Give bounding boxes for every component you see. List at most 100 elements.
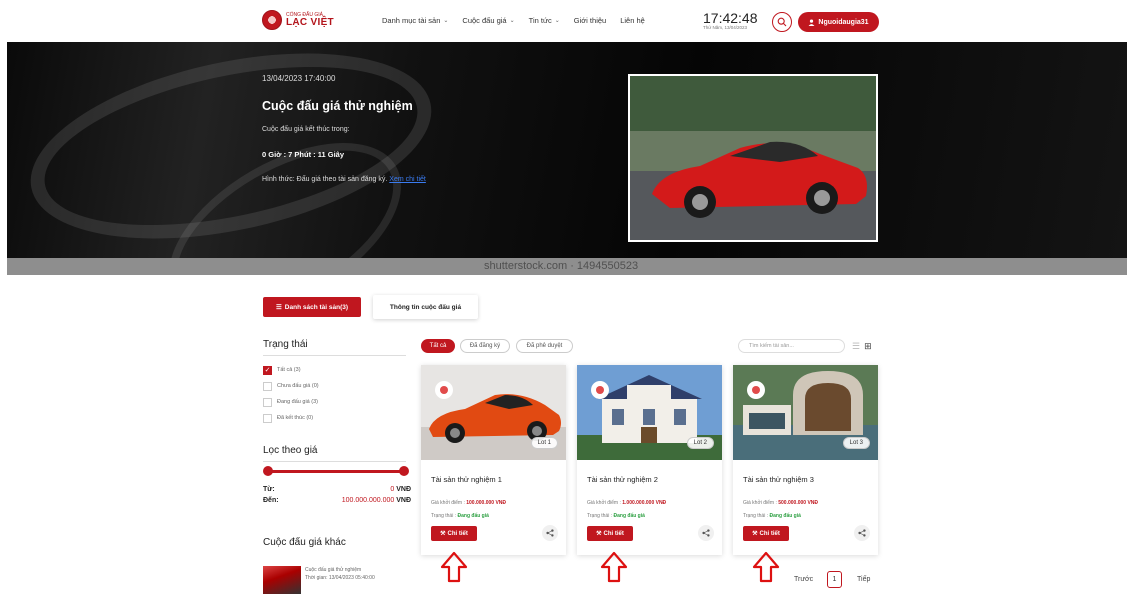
share-button[interactable] xyxy=(542,525,558,541)
annotation-up-arrow-icon xyxy=(440,551,468,583)
status-option-ended[interactable]: Đã kết thúc (0) xyxy=(263,410,319,426)
user-account-button[interactable]: Nguoidaugia31 xyxy=(798,12,879,32)
asset-card-3[interactable]: Lot 3 Tài sản thử nghiệm 3 Giá khởi điểm… xyxy=(733,365,878,555)
auction-title: Cuộc đấu giá thử nghiệm xyxy=(262,99,413,113)
filter-pill-approved[interactable]: Đã phê duyệt xyxy=(516,339,573,353)
asset-card-2[interactable]: Lot 2 Tài sản thử nghiệm 2 Giá khởi điểm… xyxy=(577,365,722,555)
asset-detail-button[interactable]: ⚒ Chi tiết xyxy=(587,526,633,541)
auction-form-detail-link[interactable]: Xem chi tiết xyxy=(389,176,426,183)
search-icon xyxy=(777,17,787,27)
list-view-icon[interactable]: ☰ xyxy=(852,341,860,351)
clock-date: Thứ Năm, 13/04/2023 xyxy=(703,25,748,30)
nav-item-news[interactable]: Tin tức ⌄ xyxy=(529,16,560,25)
checkbox-icon xyxy=(263,397,272,407)
lot-badge: Lot 3 xyxy=(842,437,870,449)
status-option-all[interactable]: ✓ Tất cả (3) xyxy=(263,362,319,378)
logo-brand-text: LẠC VIỆT xyxy=(286,16,334,28)
asset-image-modern-house: Lot 3 xyxy=(733,365,878,460)
price-from-value: 0 xyxy=(390,486,395,493)
checkbox-icon xyxy=(263,381,272,391)
hero-banner xyxy=(7,42,1127,275)
clock-time: 17:42:48 xyxy=(703,10,758,26)
price-slider-track[interactable] xyxy=(267,470,404,473)
share-icon xyxy=(858,529,866,537)
nav-item-about[interactable]: Giới thiệu xyxy=(574,16,606,25)
annotation-up-arrow-icon xyxy=(600,551,628,583)
other-auction-title: Cuộc đấu giá thử nghiệm xyxy=(305,567,362,573)
asset-title: Tài sản thử nghiệm 3 xyxy=(743,475,814,484)
currency-label: VNĐ xyxy=(396,486,411,493)
price-slider-min-handle[interactable] xyxy=(263,466,273,476)
asset-starting-price: Giá khởi điểm : 100.000.000 VNĐ xyxy=(431,500,507,506)
divider xyxy=(263,461,406,462)
pagination-prev[interactable]: Trước xyxy=(794,576,813,583)
user-name: Nguoidaugia31 xyxy=(818,18,869,26)
site-logo[interactable]: CỔNG ĐẤU GIÁ LẠC VIỆT xyxy=(262,10,334,30)
other-auction-thumbnail xyxy=(263,566,301,594)
hero-watermark-text: shutterstock.com · 1494550523 xyxy=(484,260,639,272)
list-icon: ☰ xyxy=(275,304,282,311)
annotation-up-arrow-icon xyxy=(752,551,780,583)
share-button[interactable] xyxy=(854,525,870,541)
checkbox-icon xyxy=(263,413,272,423)
asset-image-villa: Lot 2 xyxy=(577,365,722,460)
user-icon xyxy=(808,18,815,26)
filter-pill-registered[interactable]: Đã đăng ký xyxy=(460,339,510,353)
asset-status: Trạng thái : Đang đấu giá xyxy=(431,513,489,519)
price-to-row: Đến: 100.000.000.000 VNĐ xyxy=(263,497,411,504)
asset-starting-price: Giá khởi điểm : 500.000.000 VNĐ xyxy=(743,500,819,506)
asset-image-orange-supercar: Lot 1 xyxy=(421,365,566,460)
live-indicator-icon xyxy=(435,381,453,399)
filter-pill-all[interactable]: Tất cả xyxy=(421,339,455,353)
asset-detail-button[interactable]: ⚒ Chi tiết xyxy=(743,526,789,541)
chevron-down-icon: ⌄ xyxy=(554,18,560,24)
status-filter-title: Trạng thái xyxy=(263,339,308,350)
nav-item-contact[interactable]: Liên hệ xyxy=(620,16,645,25)
share-icon xyxy=(702,529,710,537)
tab-asset-list[interactable]: ☰ Danh sách tài sản(3) xyxy=(263,297,361,317)
pagination-page-current[interactable]: 1 xyxy=(827,571,842,588)
red-sports-car-image xyxy=(630,76,876,240)
lot-badge: Lot 2 xyxy=(686,437,714,449)
asset-title: Tài sản thử nghiệm 1 xyxy=(431,475,502,484)
price-filter-title: Lọc theo giá xyxy=(263,445,318,456)
auction-main-image xyxy=(628,74,878,242)
asset-starting-price: Giá khởi điểm : 1.000.000.000 VNĐ xyxy=(587,500,667,506)
tab-auction-info[interactable]: Thông tin cuộc đấu giá xyxy=(373,295,478,319)
nav-item-auctions[interactable]: Cuộc đấu giá ⌄ xyxy=(462,16,514,25)
main-nav: Danh mục tài sản ⌄ Cuộc đấu giá ⌄ Tin tức ⌄… xyxy=(382,16,645,25)
divider xyxy=(263,355,406,356)
status-filter-list: ✓ Tất cả (3) Chưa đấu giá (0) Đang đấu gi… xyxy=(263,362,319,426)
nav-item-asset-categories[interactable]: Danh mục tài sản ⌄ xyxy=(382,16,448,25)
asset-card-1[interactable]: Lot 1 Tài sản thử nghiệm 1 Giá khởi điểm… xyxy=(421,365,566,555)
pagination-next[interactable]: Tiếp xyxy=(857,576,870,583)
asset-search-input[interactable]: Tìm kiếm tài sản... xyxy=(738,339,845,353)
share-button[interactable] xyxy=(698,525,714,541)
chevron-down-icon: ⌄ xyxy=(443,18,449,24)
checkbox-checked-icon: ✓ xyxy=(263,365,272,375)
status-option-not-started[interactable]: Chưa đấu giá (0) xyxy=(263,378,319,394)
live-indicator-icon xyxy=(747,381,765,399)
view-toggle: ☰ ⊞ xyxy=(852,340,878,352)
price-to-value: 100.000.000.000 xyxy=(341,497,395,504)
auction-ends-label: Cuộc đấu giá kết thúc trong: xyxy=(262,126,350,133)
lot-badge: Lot 1 xyxy=(530,437,558,449)
top-header: CỔNG ĐẤU GIÁ LẠC VIỆT Danh mục tài sản ⌄ … xyxy=(0,0,1127,42)
header-search-button[interactable] xyxy=(772,12,792,32)
asset-status: Trạng thái : Đang đấu giá xyxy=(587,513,645,519)
asset-status: Trạng thái : Đang đấu giá xyxy=(743,513,801,519)
gavel-icon: ⚒ xyxy=(440,531,446,537)
currency-label: VNĐ xyxy=(396,497,411,504)
auction-start-date: 13/04/2023 17:40:00 xyxy=(262,74,336,83)
price-to-label: Đến: xyxy=(263,497,279,504)
price-slider-max-handle[interactable] xyxy=(399,466,409,476)
share-icon xyxy=(546,529,554,537)
grid-view-icon[interactable]: ⊞ xyxy=(864,341,872,351)
server-clock: 17:42:48 Thứ Năm, 13/04/2023 xyxy=(703,11,758,31)
auction-countdown: 0 Giờ : 7 Phút : 11 Giây xyxy=(262,150,345,159)
asset-detail-button[interactable]: ⚒ Chi tiết xyxy=(431,526,477,541)
other-auctions-title: Cuộc đấu giá khác xyxy=(263,537,346,548)
other-auction-item[interactable]: Cuộc đấu giá thử nghiệm Thời gian: 13/04… xyxy=(263,566,375,594)
status-option-in-progress[interactable]: Đang đấu giá (3) xyxy=(263,394,319,410)
logo-emblem-icon xyxy=(262,10,282,30)
